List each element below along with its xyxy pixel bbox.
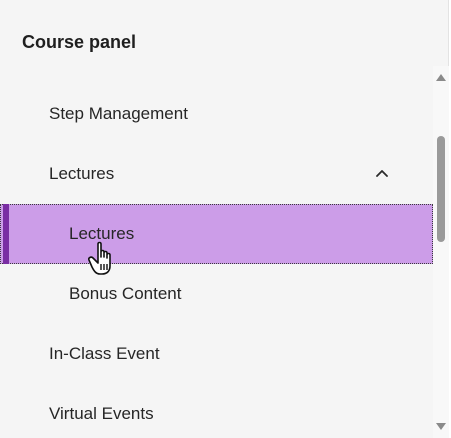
- scroll-up-arrow-icon[interactable]: [435, 72, 447, 82]
- nav-item-lectures-selected[interactable]: Lectures: [0, 204, 433, 264]
- nav-item-label: Bonus Content: [69, 284, 182, 303]
- nav-item-virtual-events[interactable]: Virtual Events: [0, 384, 433, 438]
- nav-item-label: Lectures: [69, 224, 135, 243]
- nav-item-label: Lectures: [49, 164, 115, 183]
- course-panel: Course panel Step Management Lectures Le…: [0, 0, 449, 438]
- panel-title: Course panel: [22, 32, 137, 52]
- nav-group-lectures[interactable]: Lectures: [0, 144, 433, 204]
- chevron-up-icon[interactable]: [374, 166, 390, 180]
- nav-item-in-class-event[interactable]: In-Class Event: [0, 324, 433, 384]
- scrollbar-thumb[interactable]: [437, 136, 445, 242]
- course-nav: Step Management Lectures Lectures Bonus …: [0, 84, 433, 438]
- nav-item-label: Virtual Events: [49, 404, 154, 423]
- selected-accent-bar: [3, 204, 9, 264]
- scroll-down-arrow-icon[interactable]: [435, 422, 447, 432]
- nav-item-label: In-Class Event: [49, 344, 160, 363]
- nav-item-bonus-content[interactable]: Bonus Content: [0, 264, 433, 324]
- vertical-scrollbar[interactable]: [433, 66, 449, 438]
- nav-item-step-management[interactable]: Step Management: [0, 84, 433, 144]
- nav-item-label: Step Management: [49, 104, 188, 123]
